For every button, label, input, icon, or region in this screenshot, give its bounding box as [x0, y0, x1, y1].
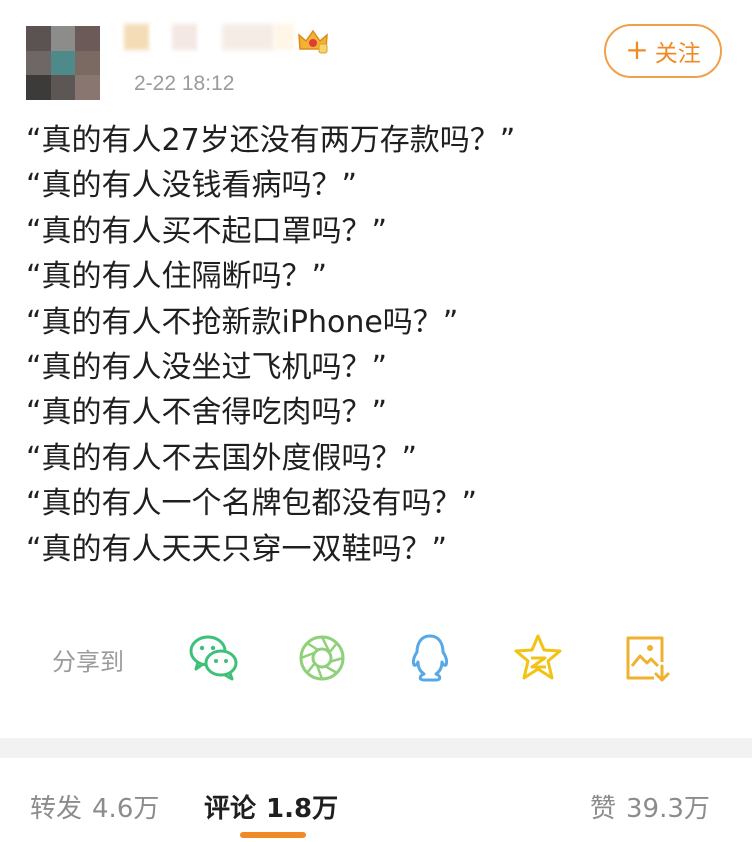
username-blurred[interactable]: [124, 24, 294, 50]
plus-icon: +: [625, 33, 649, 66]
follow-label: 关注: [654, 41, 701, 67]
post-line: “真的有人没坐过飞机吗？”: [26, 349, 388, 385]
tab-likes[interactable]: 赞 39.3万: [590, 788, 710, 825]
stats-bar: 转发 4.6万 评论 1.8万 赞 39.3万: [0, 758, 752, 842]
comment-count: 1.8万: [266, 794, 339, 824]
repost-count: 4.6万: [92, 794, 160, 824]
post-line: “真的有人天天只穿一双鞋吗？”: [26, 531, 448, 567]
post-line: “真的有人不舍得吃肉吗？”: [26, 395, 388, 431]
wechat-icon[interactable]: [188, 632, 240, 684]
like-count: 39.3万: [626, 794, 710, 824]
post-line: “真的有人不抢新款iPhone吗？”: [26, 304, 459, 340]
tab-repost[interactable]: 转发 4.6万: [30, 788, 159, 825]
post-line: “真的有人27岁还没有两万存款吗？”: [26, 123, 516, 158]
post-timestamp: 2-22 18:12: [134, 72, 235, 95]
tab-comments[interactable]: 评论 1.8万: [204, 788, 338, 825]
share-bar: 分享到: [52, 630, 712, 690]
section-divider: [0, 738, 752, 758]
active-tab-indicator: [240, 832, 306, 838]
post-content: “真的有人27岁还没有两万存款吗？” “真的有人没钱看病吗？” “真的有人买不起…: [26, 118, 736, 572]
post-line: “真的有人住隔断吗？”: [26, 259, 328, 295]
qq-icon[interactable]: [404, 632, 456, 684]
vip-crown-icon: [298, 29, 328, 54]
post-line: “真的有人一个名牌包都没有吗？”: [26, 486, 478, 522]
avatar[interactable]: [26, 26, 100, 100]
repost-label: 转发: [30, 794, 83, 824]
post-line: “真的有人不去国外度假吗？”: [26, 440, 418, 476]
like-label: 赞: [590, 794, 617, 824]
follow-button[interactable]: + 关注: [604, 24, 722, 78]
qzone-icon[interactable]: [512, 632, 564, 684]
post-line: “真的有人买不起口罩吗？”: [26, 213, 388, 249]
share-label: 分享到: [52, 648, 124, 676]
save-image-icon[interactable]: [620, 632, 672, 684]
comment-label: 评论: [204, 794, 257, 824]
moments-icon[interactable]: [296, 632, 348, 684]
post-line: “真的有人没钱看病吗？”: [26, 168, 358, 204]
